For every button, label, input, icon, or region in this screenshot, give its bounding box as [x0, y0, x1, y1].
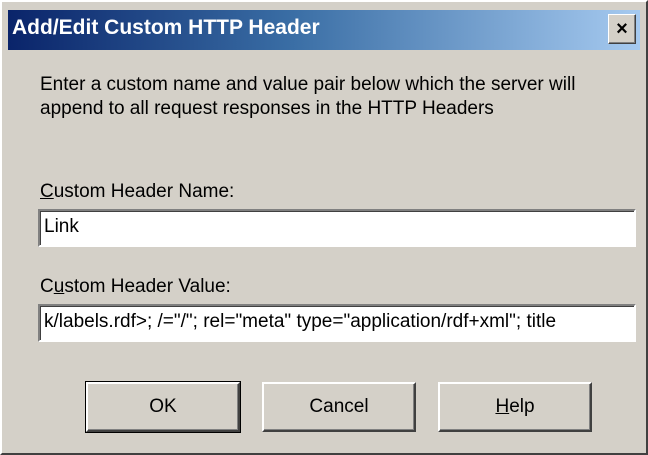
ok-button[interactable]: OK	[85, 381, 241, 433]
custom-header-value-input[interactable]: k/labels.rdf>; /="/"; rel="meta" type="a…	[38, 304, 636, 342]
help-button[interactable]: Help	[438, 382, 592, 432]
title-bar[interactable]: Add/Edit Custom HTTP Header ×	[8, 10, 640, 50]
custom-header-name-label: Custom Header Name:	[40, 181, 235, 202]
close-button[interactable]: ×	[608, 14, 636, 44]
cancel-button[interactable]: Cancel	[262, 382, 416, 432]
custom-header-value-label: Custom Header Value:	[40, 276, 231, 297]
description-text: Enter a custom name and value pair below…	[40, 74, 576, 119]
close-icon: ×	[616, 17, 628, 40]
dialog-title: Add/Edit Custom HTTP Header	[12, 16, 320, 39]
custom-header-dialog: Add/Edit Custom HTTP Header × Enter a cu…	[0, 0, 648, 455]
custom-header-name-input[interactable]: Link	[38, 209, 636, 247]
